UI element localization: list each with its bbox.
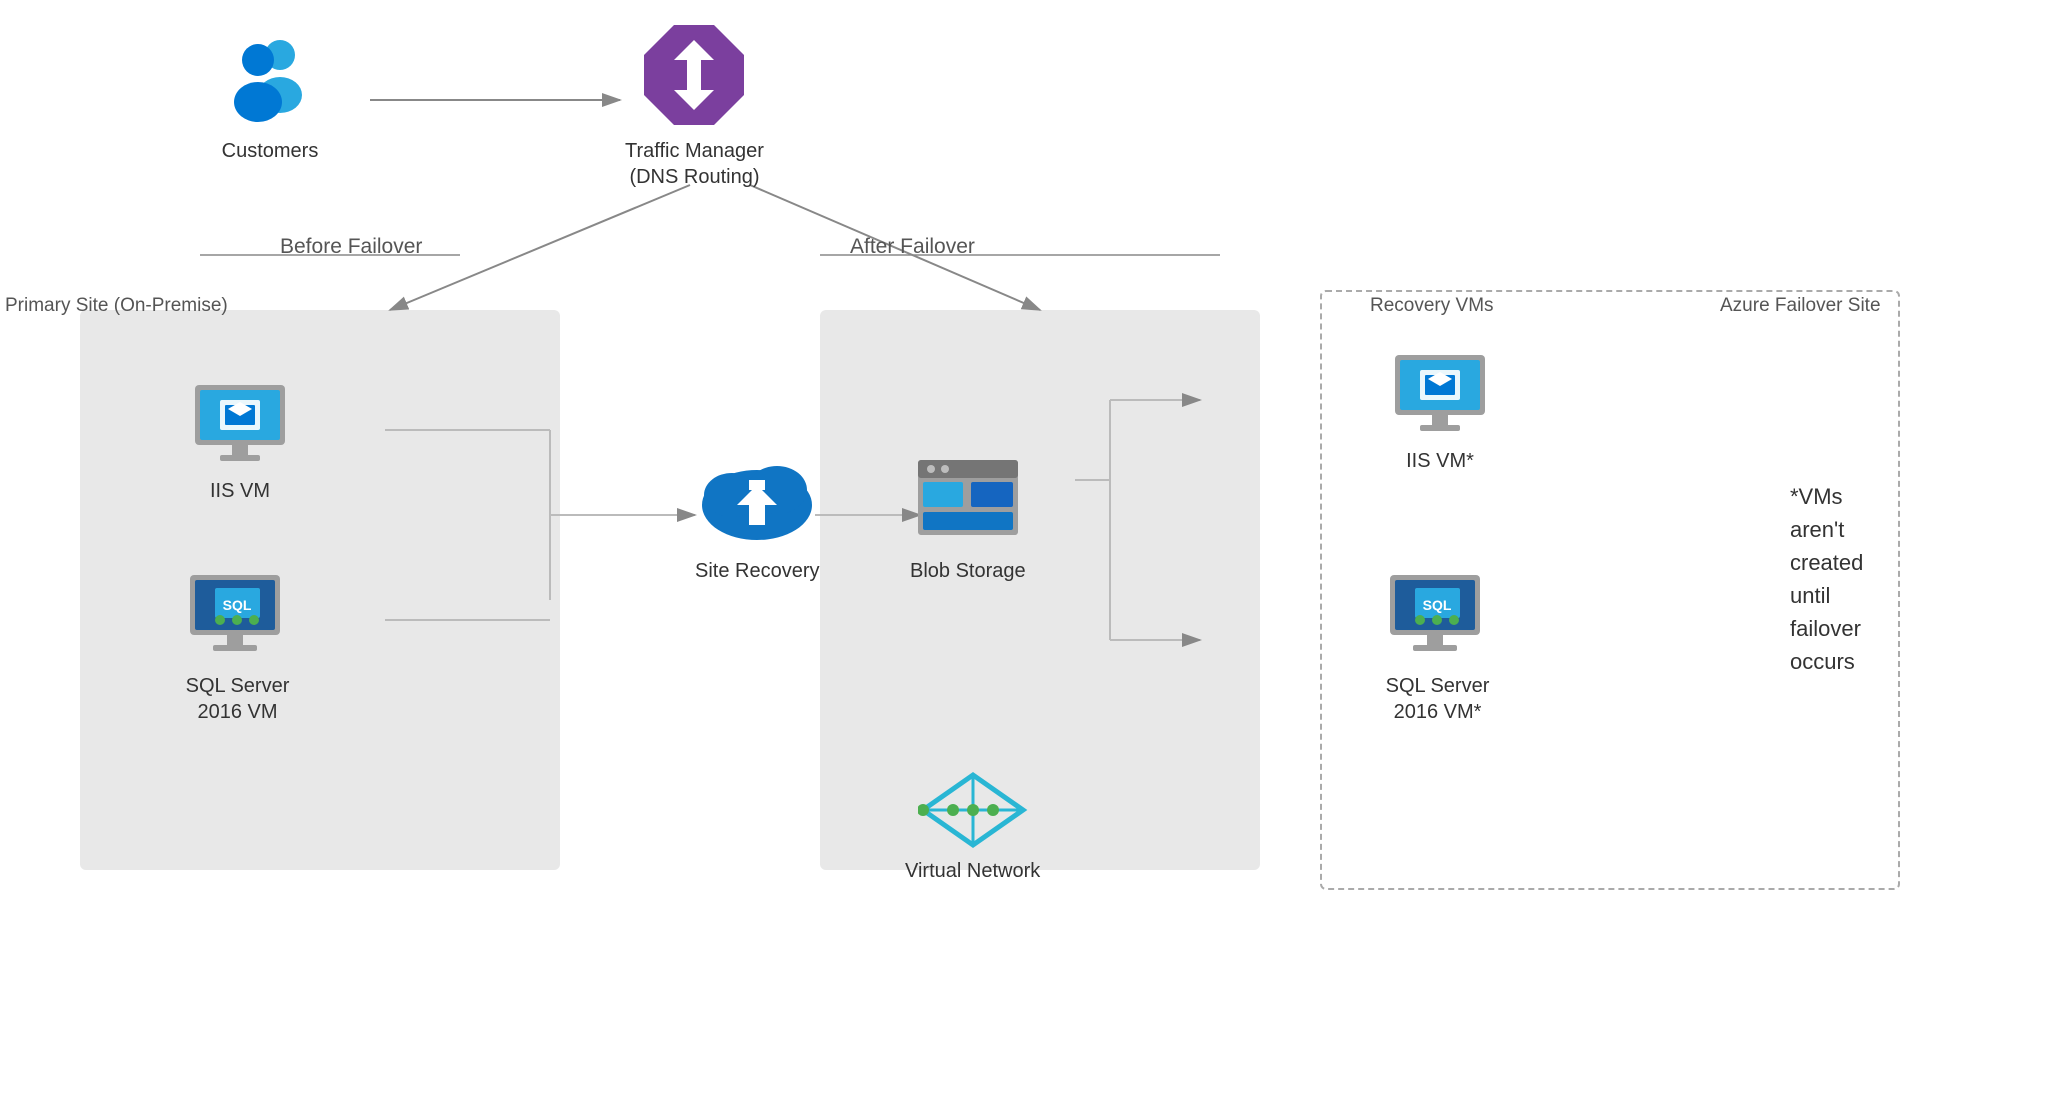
iis-vm-primary-block: IIS VM bbox=[190, 380, 290, 504]
site-recovery-icon bbox=[697, 450, 817, 550]
sql-vm-recovery-label: SQL Server2016 VM* bbox=[1386, 673, 1490, 725]
sql-vm-primary-block: SQL SQL Server2016 VM bbox=[185, 570, 290, 725]
after-failover-label: After Failover bbox=[850, 235, 975, 259]
recovery-vms-label: Recovery VMs bbox=[1370, 295, 1494, 317]
blob-storage-icon bbox=[913, 450, 1023, 550]
iis-vm-recovery-icon bbox=[1390, 350, 1490, 440]
before-failover-label: Before Failover bbox=[280, 235, 422, 259]
site-recovery-label: Site Recovery bbox=[695, 558, 820, 584]
virtual-network-block: Virtual Network bbox=[905, 770, 1040, 884]
diagram-container: Customers Traffic Manager(DNS Routing) B… bbox=[0, 0, 2048, 1100]
blob-storage-label: Blob Storage bbox=[910, 558, 1026, 584]
svg-text:SQL: SQL bbox=[223, 597, 252, 613]
iis-vm-recovery-block: IIS VM* bbox=[1390, 350, 1490, 474]
sql-vm-primary-label: SQL Server2016 VM bbox=[186, 673, 290, 725]
traffic-manager-label: Traffic Manager(DNS Routing) bbox=[625, 138, 764, 190]
customers-block: Customers bbox=[220, 30, 320, 164]
site-recovery-block: Site Recovery bbox=[695, 450, 820, 584]
traffic-manager-icon bbox=[639, 20, 749, 130]
customers-label: Customers bbox=[222, 138, 319, 164]
vms-note: *VMs aren't created until failover occur… bbox=[1790, 480, 1863, 678]
iis-vm-primary-icon bbox=[190, 380, 290, 470]
primary-site-label: Primary Site (On-Premise) bbox=[5, 295, 228, 317]
azure-failover-label: Azure Failover Site bbox=[1720, 295, 1881, 317]
iis-vm-primary-label: IIS VM bbox=[210, 478, 270, 504]
traffic-manager-block: Traffic Manager(DNS Routing) bbox=[625, 20, 764, 190]
sql-vm-recovery-icon: SQL bbox=[1385, 570, 1490, 665]
virtual-network-icon bbox=[918, 770, 1028, 850]
blob-storage-block: Blob Storage bbox=[910, 450, 1026, 584]
virtual-network-label: Virtual Network bbox=[905, 858, 1040, 884]
primary-site-region bbox=[80, 310, 560, 870]
iis-vm-recovery-label: IIS VM* bbox=[1406, 448, 1474, 474]
svg-text:SQL: SQL bbox=[1423, 597, 1452, 613]
customers-icon bbox=[220, 30, 320, 130]
sql-vm-primary-icon: SQL bbox=[185, 570, 290, 665]
sql-vm-recovery-block: SQL SQL Server2016 VM* bbox=[1385, 570, 1490, 725]
